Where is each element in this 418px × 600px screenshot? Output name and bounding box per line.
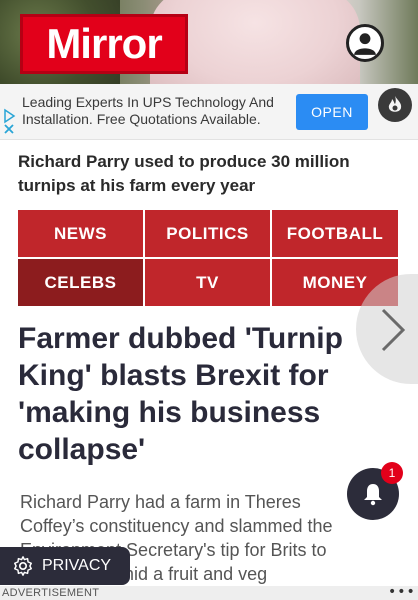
user-icon	[354, 33, 376, 55]
section-nav: NEWS POLITICS FOOTBALL CELEBS TV MONEY	[18, 210, 398, 306]
ad-brand-logo[interactable]	[378, 88, 412, 122]
ad-text-line: Leading Experts In UPS Technology And	[22, 94, 274, 110]
standfirst-line: Coffey’s constituency and slammed the	[20, 516, 333, 536]
headline-line: King' blasts Brexit for	[18, 359, 329, 392]
headline-line: Farmer dubbed 'Turnip	[18, 322, 343, 355]
gear-icon	[14, 556, 32, 576]
privacy-button[interactable]: PRIVACY	[0, 547, 130, 585]
article-headline: Farmer dubbed 'Turnip King' blasts Brexi…	[18, 320, 378, 468]
ad-open-button[interactable]: OPEN	[296, 94, 368, 130]
advertisement-strip: ADVERTISEMENT •••	[0, 584, 418, 600]
nav-item-celebs[interactable]: CELEBS	[18, 259, 143, 306]
ad-banner[interactable]: Leading Experts In UPS Technology And In…	[0, 84, 418, 140]
image-caption: Richard Parry used to produce 30 million…	[18, 152, 350, 195]
notification-count-badge: 1	[381, 462, 403, 484]
ad-text-line: Installation. Free Quotations Available.	[22, 111, 261, 127]
nav-item-news[interactable]: NEWS	[18, 210, 143, 257]
bell-icon	[364, 484, 382, 506]
nav-item-politics[interactable]: POLITICS	[145, 210, 270, 257]
advertisement-label: ADVERTISEMENT	[2, 587, 100, 599]
nav-item-tv[interactable]: TV	[145, 259, 270, 306]
ad-text[interactable]: Leading Experts In UPS Technology And In…	[22, 94, 282, 128]
logo-text: Mirror	[46, 20, 162, 67]
privacy-label: PRIVACY	[42, 557, 112, 574]
headline-line: collapse'	[18, 433, 146, 466]
more-options-button[interactable]: •••	[388, 584, 416, 600]
chevron-right-icon	[381, 308, 406, 352]
mirror-logo[interactable]: Mirror	[20, 14, 188, 74]
adchoices-icon[interactable]	[2, 108, 16, 136]
headline-line: 'making his business	[18, 396, 321, 429]
account-button[interactable]	[346, 24, 384, 62]
nav-item-football[interactable]: FOOTBALL	[272, 210, 398, 257]
flame-icon	[388, 96, 402, 112]
notifications-button[interactable]: 1	[347, 462, 403, 520]
